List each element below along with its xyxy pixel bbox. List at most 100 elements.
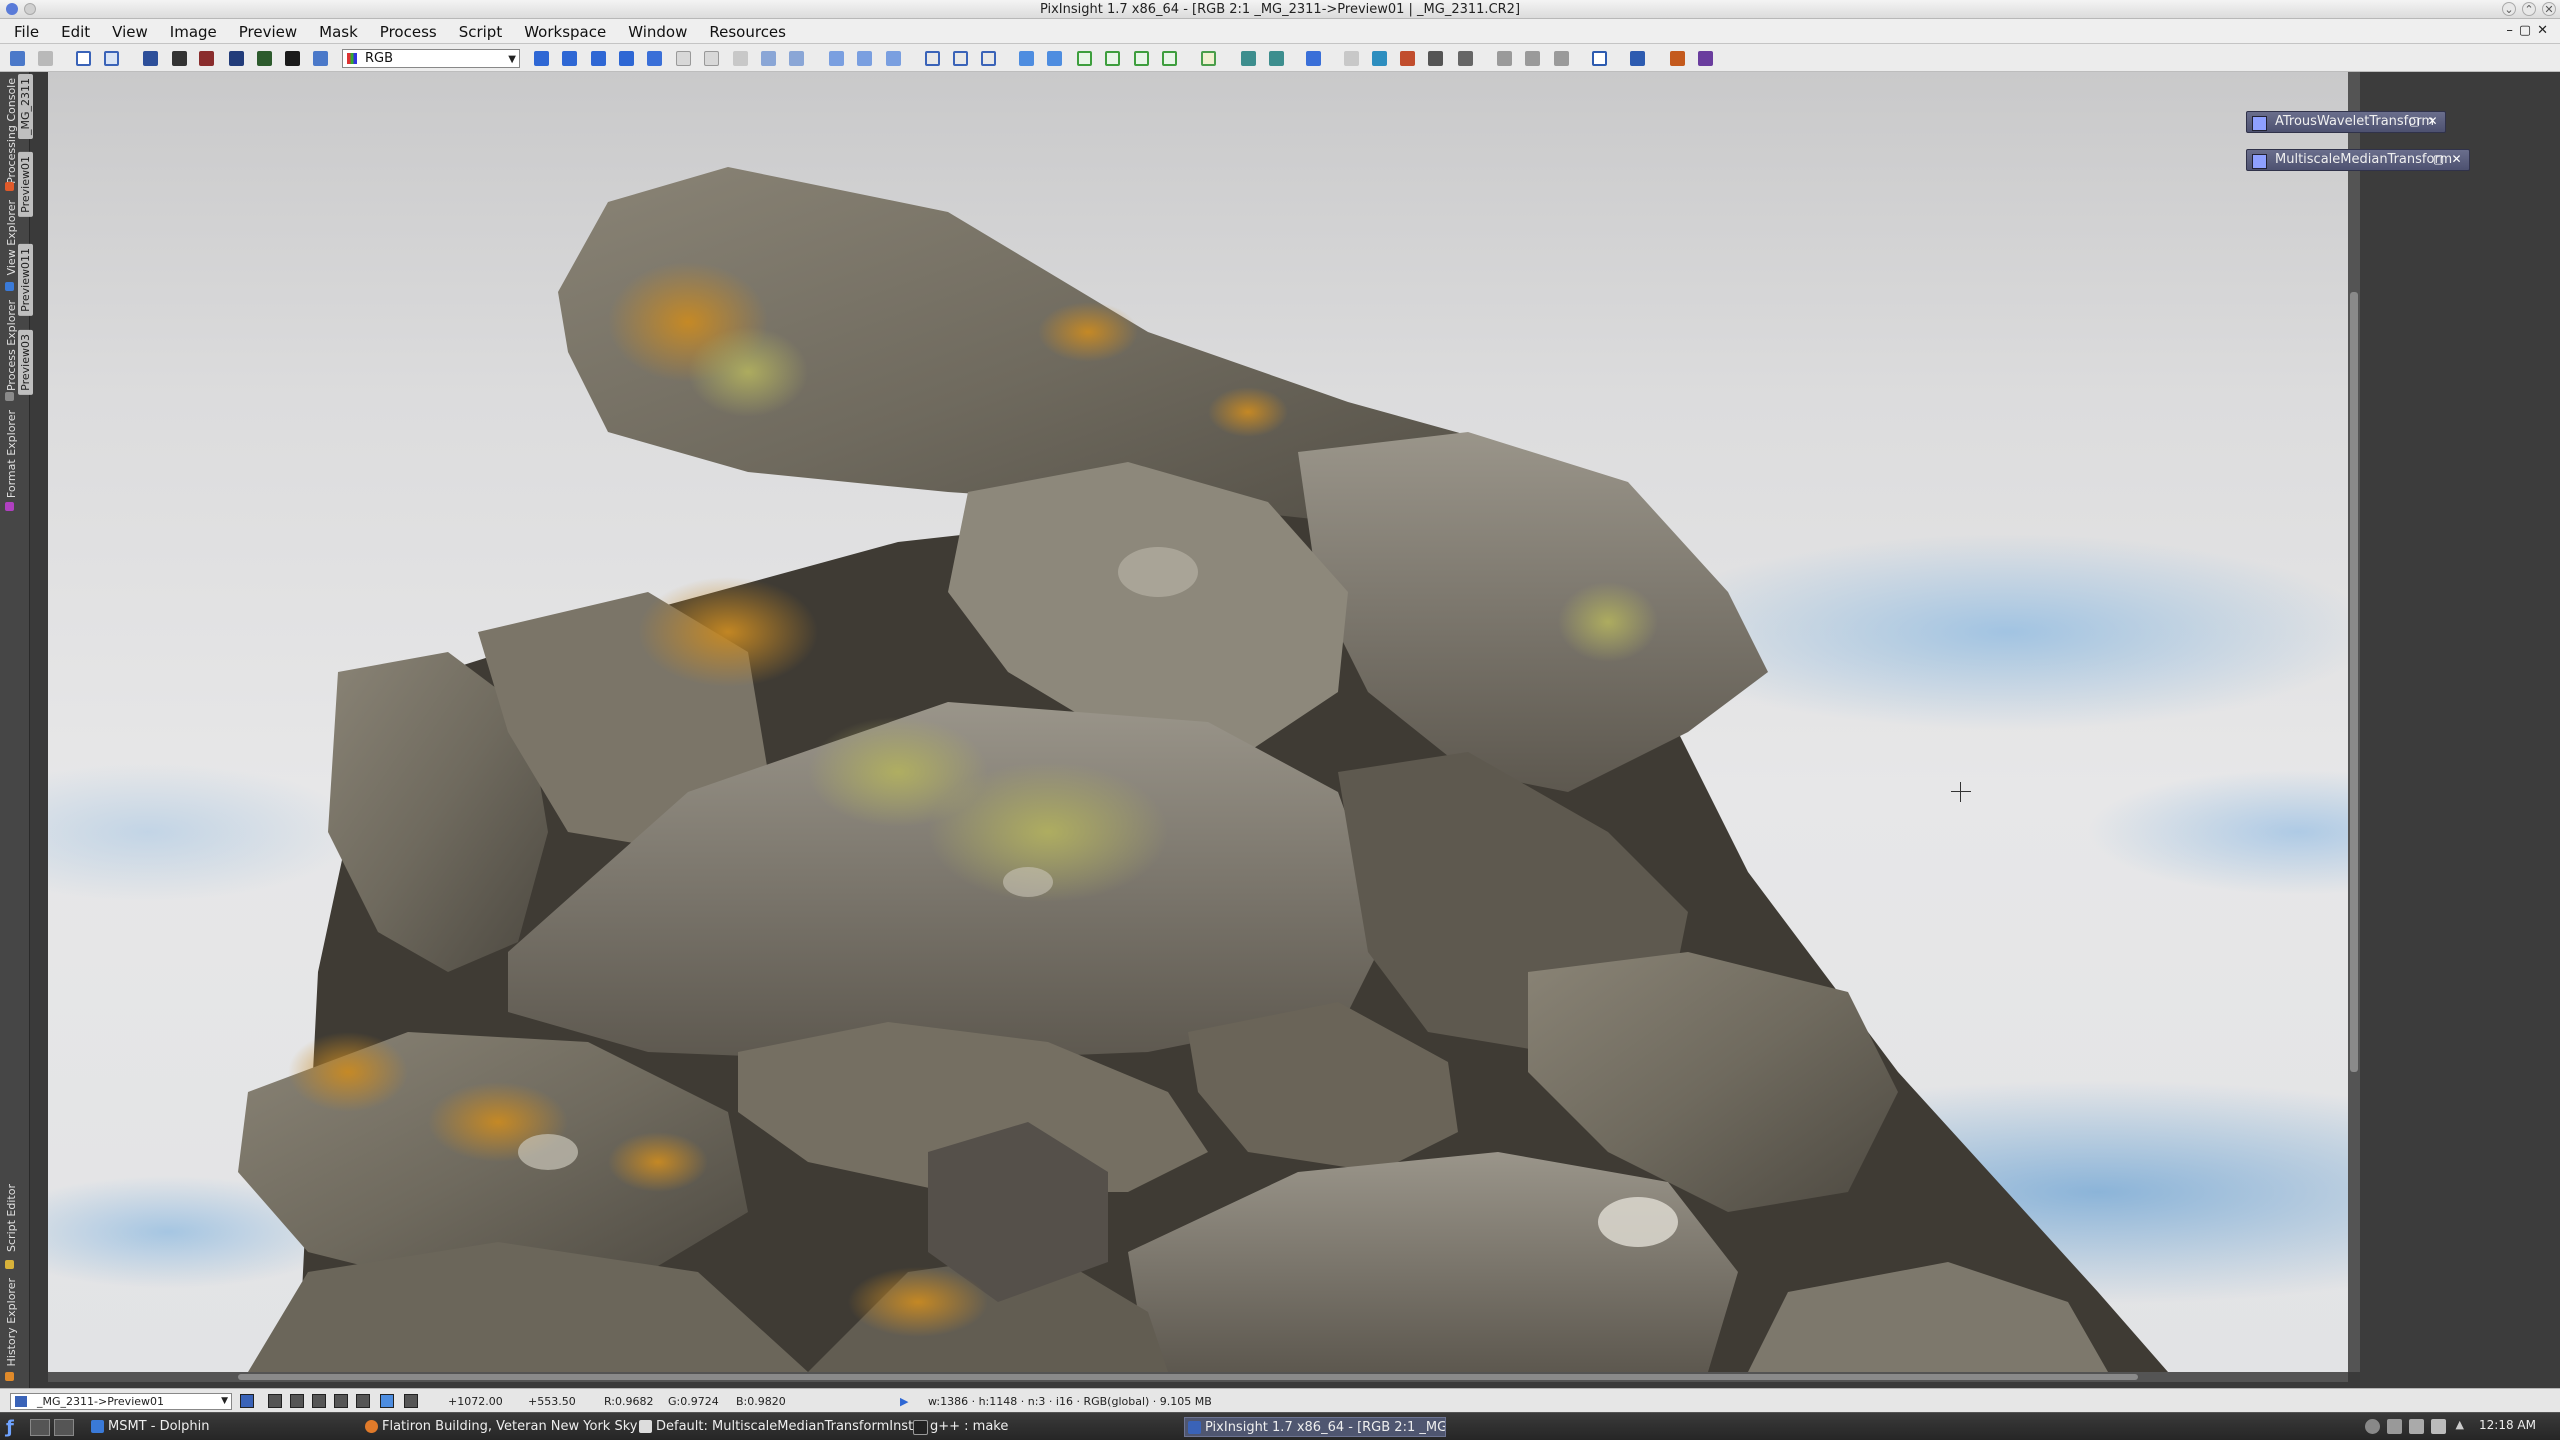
tab-script-editor[interactable]: Script Editor — [5, 1184, 18, 1252]
pointer-icon[interactable] — [733, 51, 748, 66]
pan-icon[interactable] — [619, 51, 634, 66]
display-channel-icon-5[interactable] — [356, 1394, 370, 1408]
iconized-view-preview03[interactable]: Preview03 — [18, 330, 33, 395]
horizontal-scrollbar[interactable] — [48, 1372, 2348, 1382]
tray-expand-icon[interactable]: ▲ — [2456, 1418, 2464, 1431]
preview-delete-icon[interactable] — [981, 51, 996, 66]
clock[interactable]: 12:18 AM — [2479, 1418, 2536, 1432]
tab-processing-console[interactable]: Processing Console — [5, 78, 18, 184]
center-icon[interactable] — [647, 51, 662, 66]
display-channel-icon-3[interactable] — [312, 1394, 326, 1408]
window-tile-icon[interactable] — [1630, 51, 1645, 66]
menu-resources[interactable]: Resources — [709, 19, 786, 41]
window-cascade-icon[interactable] — [1670, 51, 1685, 66]
tab-format-explorer[interactable]: Format Explorer — [5, 410, 18, 498]
iconized-view-preview011[interactable]: Preview011 — [18, 244, 33, 316]
vertical-scrollbar[interactable] — [2348, 72, 2360, 1372]
statistics-icon[interactable] — [1458, 51, 1473, 66]
open-icon[interactable] — [143, 51, 158, 66]
display-channel-icon-2[interactable] — [290, 1394, 304, 1408]
menu-process[interactable]: Process — [380, 19, 437, 41]
tab-process-explorer[interactable]: Process Explorer — [5, 300, 18, 391]
display-channel-icon-7[interactable] — [404, 1394, 418, 1408]
redo-icon[interactable] — [38, 51, 53, 66]
klipper-icon[interactable] — [2387, 1419, 2402, 1434]
network-icon[interactable] — [2365, 1419, 2380, 1434]
curves-icon[interactable] — [1428, 51, 1443, 66]
window-iconize-icon[interactable] — [1698, 51, 1713, 66]
zoom-2-1-icon[interactable] — [857, 51, 872, 66]
explorer-icon-1[interactable] — [1497, 51, 1512, 66]
tab-view-explorer[interactable]: View Explorer — [5, 200, 18, 275]
screen-icon[interactable] — [229, 51, 244, 66]
horizontal-scroll-thumb[interactable] — [238, 1374, 2138, 1380]
play-icon[interactable]: ▶ — [900, 1395, 908, 1408]
explorer-icon-2[interactable] — [1525, 51, 1540, 66]
undo-icon[interactable] — [10, 51, 25, 66]
display-channel-icon-1[interactable] — [268, 1394, 282, 1408]
task-dolphin[interactable]: MSMT - Dolphin — [88, 1417, 368, 1437]
zoom-in-icon[interactable] — [761, 51, 776, 66]
menu-view[interactable]: View — [112, 19, 148, 41]
history-forward-icon[interactable] — [1269, 51, 1284, 66]
screenshot-icon[interactable] — [1344, 51, 1359, 66]
process-icon[interactable] — [1306, 51, 1321, 66]
mask-invert-icon[interactable] — [1105, 51, 1120, 66]
zoom-fit-icon[interactable] — [562, 51, 577, 66]
task-terminal[interactable]: g++ : make — [910, 1417, 1188, 1437]
mask-remove-icon[interactable] — [1162, 51, 1177, 66]
preview-new-icon[interactable] — [925, 51, 940, 66]
preview-edit-icon[interactable] — [953, 51, 968, 66]
maximize-icon[interactable]: ▢ — [2408, 115, 2421, 128]
menu-preview[interactable]: Preview — [239, 19, 297, 41]
process-icon-multiscalemediantransform[interactable]: MultiscaleMedianTransform ▢ ✕ — [2246, 149, 2470, 171]
duplicate-icon[interactable] — [104, 51, 119, 66]
mask-enable-icon[interactable] — [1134, 51, 1149, 66]
workspace-icon[interactable] — [1592, 51, 1607, 66]
menu-workspace[interactable]: Workspace — [524, 19, 606, 41]
desktop-pager-icon-2[interactable] — [54, 1419, 74, 1436]
channel-combo[interactable]: RGB ▼ — [342, 49, 520, 68]
display-channel-icon-4[interactable] — [334, 1394, 348, 1408]
vertical-scroll-thumb[interactable] — [2350, 292, 2358, 1072]
minimize-button[interactable]: ⌄ — [2502, 2, 2516, 16]
task-multiscale-instance[interactable]: Default: MultiscaleMedianTransformInst — [636, 1417, 914, 1437]
restore-icon[interactable] — [1047, 51, 1062, 66]
zoom-1-1-icon[interactable] — [829, 51, 844, 66]
stf-icon[interactable] — [257, 51, 272, 66]
process-icon-atrouswavelettransform[interactable]: ATrousWaveletTransform ▢ ✕ — [2246, 111, 2446, 133]
zoom-extents-icon[interactable] — [591, 51, 606, 66]
close-button[interactable]: ✕ — [2542, 2, 2556, 16]
mask-color-icon[interactable] — [1201, 51, 1216, 66]
menu-edit[interactable]: Edit — [61, 19, 90, 41]
menu-script[interactable]: Script — [459, 19, 503, 41]
view-selector[interactable]: _MG_2311->Preview01 ▼ — [10, 1393, 232, 1410]
maximize-button[interactable]: ⌃ — [2522, 2, 2536, 16]
history-back-icon[interactable] — [1241, 51, 1256, 66]
image-view[interactable] — [48, 72, 2348, 1372]
iconized-view-mg2311[interactable]: _MG_2311 — [18, 74, 33, 140]
menu-file[interactable]: File — [14, 19, 39, 41]
zoom-1-2-icon[interactable] — [886, 51, 901, 66]
copy-icon[interactable] — [704, 51, 719, 66]
print-icon[interactable] — [199, 51, 214, 66]
new-image-icon[interactable] — [76, 51, 91, 66]
volume-icon[interactable] — [2409, 1419, 2424, 1434]
page-icon[interactable] — [676, 51, 691, 66]
view-mode-icon[interactable] — [240, 1394, 254, 1408]
task-pixinsight[interactable]: PixInsight 1.7 x86_64 - [RGB 2:1 _MG_2 — [1184, 1417, 1446, 1437]
save-icon[interactable] — [172, 51, 187, 66]
zoom-out-icon[interactable] — [789, 51, 804, 66]
refresh-icon[interactable] — [313, 51, 328, 66]
menu-mask[interactable]: Mask — [319, 19, 358, 41]
tab-history-explorer[interactable]: History Explorer — [5, 1278, 18, 1366]
close-icon[interactable]: ✕ — [2450, 153, 2463, 166]
maximize-icon[interactable]: ▢ — [2432, 153, 2445, 166]
task-firefox[interactable]: Flatiron Building, Veteran New York Sky — [362, 1417, 640, 1437]
mask-show-icon[interactable] — [1077, 51, 1092, 66]
image-icon[interactable] — [1372, 51, 1387, 66]
histogram-icon[interactable] — [1400, 51, 1415, 66]
desktop-pager-icon-1[interactable] — [30, 1419, 50, 1436]
battery-icon[interactable] — [2431, 1419, 2446, 1434]
display-channel-icon-6[interactable] — [380, 1394, 394, 1408]
